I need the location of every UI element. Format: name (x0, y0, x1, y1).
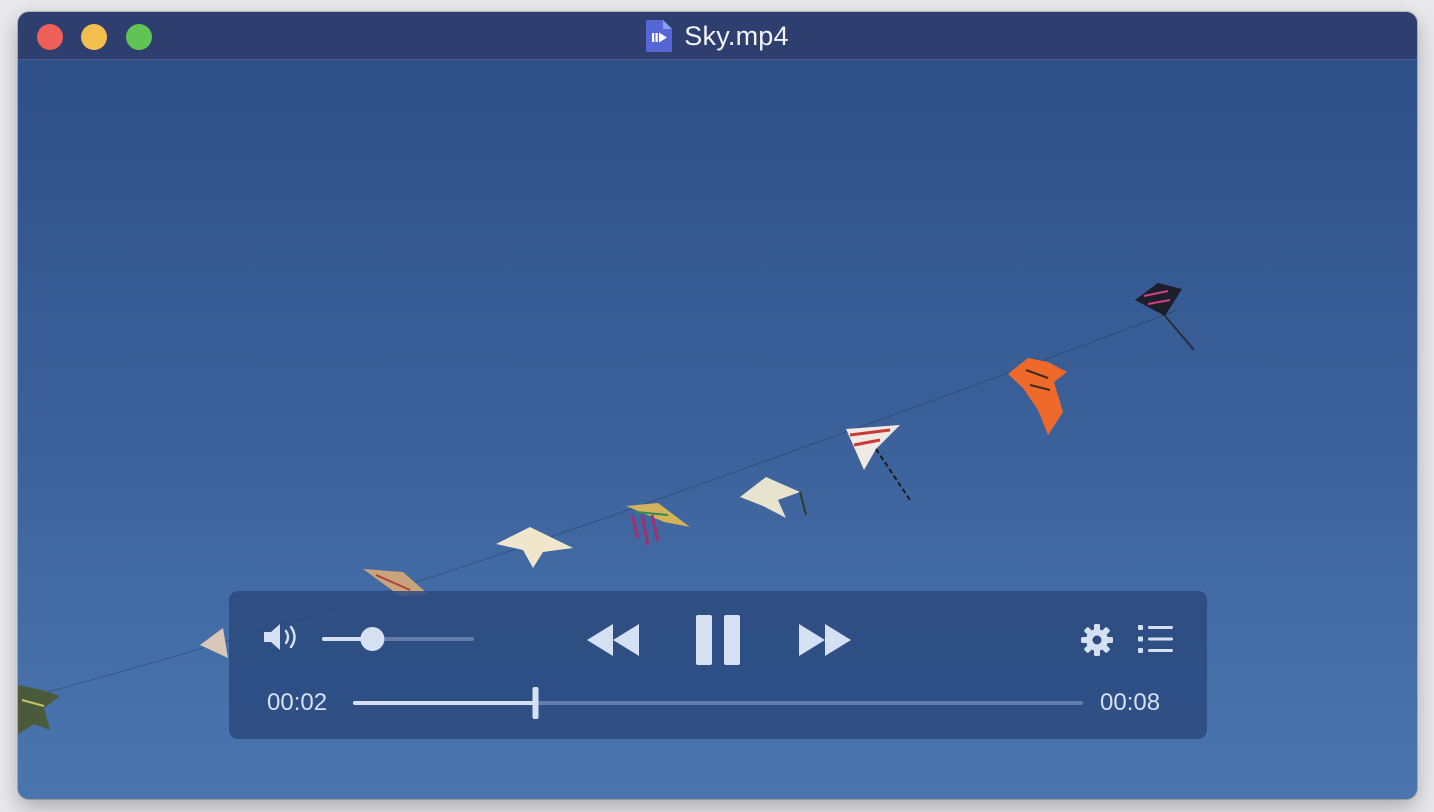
fast-forward-icon[interactable] (798, 622, 852, 658)
kite-cream (740, 477, 807, 518)
title-bar[interactable]: Sky.mp4 (18, 12, 1417, 60)
list-icon[interactable] (1138, 624, 1174, 654)
speaker-icon[interactable] (262, 621, 302, 653)
kite-multicolor (626, 503, 690, 546)
volume-slider[interactable] (322, 626, 478, 652)
volume-slider-knob[interactable] (360, 627, 385, 651)
current-time: 00:02 (267, 689, 328, 716)
window-title: Sky.mp4 (684, 20, 789, 51)
kite-orange (1008, 358, 1067, 435)
video-file-icon (646, 20, 673, 52)
window-title-group: Sky.mp4 (18, 12, 1417, 60)
kite-black (1135, 283, 1195, 351)
progress-bar[interactable] (353, 685, 1085, 721)
kite-green (18, 685, 60, 734)
pause-icon[interactable] (696, 615, 742, 665)
player-window: Sky.mp4 00:02 00:08 (18, 12, 1417, 799)
playback-controls: 00:02 00:08 (229, 591, 1207, 739)
kite-partial (200, 628, 228, 658)
total-time: 00:08 (1100, 689, 1161, 716)
gear-icon[interactable] (1080, 623, 1114, 657)
kite-red-white (846, 425, 911, 501)
video-frame[interactable]: 00:02 00:08 (18, 60, 1417, 799)
playhead-handle[interactable] (532, 687, 539, 719)
rewind-icon[interactable] (586, 622, 640, 658)
